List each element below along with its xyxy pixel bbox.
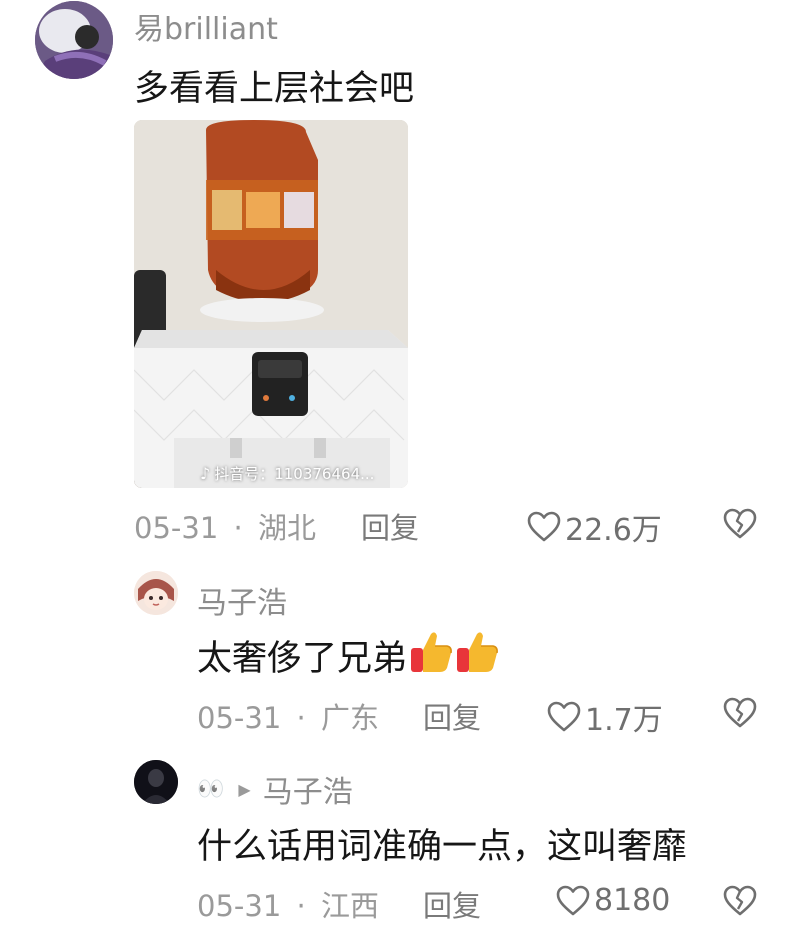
water-dispenser-photo [134, 120, 408, 488]
comment-text: 太奢侈了兄弟 [197, 628, 499, 683]
avatar[interactable] [134, 760, 178, 804]
avatar-image [134, 571, 178, 615]
comment-meta: 05-31 · 广东 [197, 695, 379, 737]
heart-outline-icon [547, 701, 581, 733]
comment-photo[interactable]: ♪ 抖音号：110376464... [134, 120, 408, 488]
avatar[interactable] [35, 1, 113, 79]
like-count: 1.7万 [585, 703, 663, 738]
comment-location: 江西 [320, 889, 379, 923]
like-count: 22.6万 [565, 513, 662, 548]
comment-date: 05-31 [197, 889, 282, 923]
reply-button[interactable]: 回复 [423, 695, 481, 737]
broken-heart-icon [723, 697, 757, 728]
dislike-button[interactable] [722, 508, 758, 540]
avatar-image [35, 1, 113, 79]
dislike-button[interactable] [722, 697, 758, 729]
comment-date: 05-31 [197, 701, 282, 735]
reply-to-username[interactable]: 马子浩 [263, 767, 353, 811]
avatar-image [134, 760, 178, 804]
comment-date: 05-31 [134, 511, 219, 545]
username[interactable]: 👀 [197, 777, 224, 802]
tiktok-icon: ♪ [200, 464, 211, 483]
like-count: 8180 [594, 883, 671, 918]
reply-button[interactable]: 回复 [423, 883, 481, 925]
comment-text: 什么话用词准确一点，这叫奢靡 [197, 827, 688, 867]
broken-heart-icon [723, 885, 757, 916]
avatar[interactable] [134, 571, 178, 615]
reply-button[interactable]: 回复 [361, 505, 419, 547]
reply-username-row: 👀 ▶ 马子浩 [197, 767, 353, 811]
broken-heart-icon [723, 508, 757, 539]
like-button[interactable]: 8180 [556, 883, 670, 918]
photo-watermark: ♪ 抖音号：110376464... [200, 464, 375, 483]
heart-outline-icon [556, 885, 590, 917]
username[interactable]: 易brilliant [134, 4, 278, 48]
thumbs-up-icon [409, 628, 453, 683]
comment-meta: 05-31 · 江西 [197, 883, 379, 925]
separator-dot: · [233, 511, 243, 545]
comment-text: 多看看上层社会吧 [134, 69, 415, 109]
username[interactable]: 马子浩 [197, 578, 287, 622]
comment-meta: 05-31 · 湖北 [134, 505, 316, 547]
heart-outline-icon [527, 511, 561, 543]
separator-dot: · [296, 889, 306, 923]
comment-location: 广东 [320, 701, 379, 735]
comment-location: 湖北 [257, 511, 316, 545]
like-button[interactable]: 1.7万 [547, 695, 663, 739]
dislike-button[interactable] [722, 885, 758, 917]
reply-arrow-icon: ▶ [238, 779, 251, 799]
like-button[interactable]: 22.6万 [527, 505, 662, 549]
thumbs-up-icon [455, 628, 499, 683]
separator-dot: · [296, 701, 306, 735]
